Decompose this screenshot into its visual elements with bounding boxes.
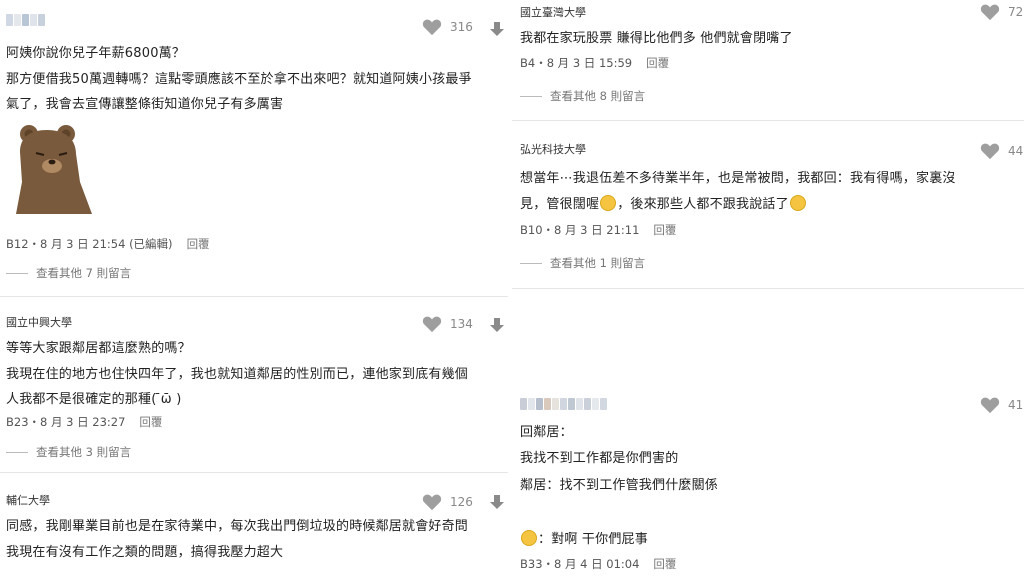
reply-button[interactable]: 回覆 bbox=[653, 557, 676, 571]
view-more-replies[interactable]: 查看其他 8 則留言 bbox=[520, 88, 645, 104]
view-more-replies[interactable]: 查看其他 7 則留言 bbox=[6, 265, 131, 281]
comment-b12: 316 阿姨你說你兒子年薪6800萬？ 那方便借我50萬週轉嗎？這點零頭應該不至… bbox=[0, 0, 508, 294]
face-emoji bbox=[600, 195, 617, 211]
separator bbox=[512, 120, 1024, 121]
arrow-down-icon[interactable] bbox=[489, 317, 505, 333]
like-control[interactable]: 72 bbox=[980, 3, 1023, 21]
comment-text-line: 鄰居：找不到工作管我們什麼關係 bbox=[520, 478, 719, 493]
comment-text-line: ：對啊 干你們屁事 bbox=[520, 528, 648, 547]
like-control[interactable]: 41 bbox=[980, 396, 1023, 414]
comment-b33: 41 回鄰居： 我找不到工作都是你們害的 鄰居：找不到工作管我們什麼關係 ：對啊… bbox=[512, 290, 1024, 576]
heart-icon[interactable] bbox=[422, 18, 442, 36]
face-emoji bbox=[521, 530, 537, 546]
like-count: 72 bbox=[1008, 5, 1024, 19]
comment-text-line: 我現在有沒有工作之類的問題，搞得我壓力超大 bbox=[6, 545, 284, 560]
comment-text-line: 我找不到工作都是你們害的 bbox=[520, 451, 679, 466]
comment-text-line: 見，管很闊喔 ，後來那些人都不跟我說話了 bbox=[520, 193, 807, 212]
comment-text-line: 等等大家跟鄰居都這麼熟的嗎？ bbox=[6, 341, 191, 356]
comment-text-line: 想當年⋯我退伍差不多待業半年，也是常被問，我都回：我有得嗎，家裏沒 bbox=[520, 171, 956, 186]
arrow-down-icon[interactable] bbox=[489, 21, 505, 37]
comment-text-line: 回鄰居： bbox=[520, 425, 573, 440]
comment-text-line: 人我都不是很確定的那種( ̄ω̄ ) bbox=[6, 392, 182, 407]
author-name: 國立臺灣大學 bbox=[520, 6, 586, 19]
reply-button[interactable]: 回覆 bbox=[139, 415, 162, 429]
comment-text-line: 我現在住的地方也住快四年了，我也就知道鄰居的性別而已，連他家到底有幾個 bbox=[6, 367, 469, 382]
author-name: 弘光科技大學 bbox=[520, 143, 586, 156]
comment-meta: B10・8 月 3 日 21:11 回覆 bbox=[520, 222, 676, 238]
heart-icon[interactable] bbox=[980, 142, 1000, 160]
comment-meta: B23・8 月 3 日 23:27 回覆 bbox=[6, 414, 162, 430]
bear-sticker bbox=[16, 125, 92, 214]
like-control[interactable]: 316 bbox=[422, 18, 473, 36]
reply-button[interactable]: 回覆 bbox=[653, 223, 676, 237]
left-comment-column: 316 阿姨你說你兒子年薪6800萬？ 那方便借我50萬週轉嗎？這點零頭應該不至… bbox=[0, 0, 508, 576]
like-count: 41 bbox=[1008, 398, 1024, 412]
view-more-label: 查看其他 3 則留言 bbox=[36, 445, 132, 459]
comment-text-segment: ：對啊 干你們屁事 bbox=[538, 532, 648, 547]
author-name-blurred bbox=[520, 398, 607, 410]
floor-timestamp: B33・8 月 4 日 01:04 bbox=[520, 557, 640, 571]
separator bbox=[0, 472, 508, 473]
floor-timestamp: B4・8 月 3 日 15:59 bbox=[520, 56, 633, 70]
arrow-down-icon[interactable] bbox=[489, 494, 505, 510]
heart-icon[interactable] bbox=[422, 315, 442, 333]
separator bbox=[0, 296, 508, 297]
like-control[interactable]: 126 bbox=[422, 493, 473, 511]
comment-text-line: 氣了，我會去宣傳讓整條街知道你兒子有多厲害 bbox=[6, 97, 284, 112]
comment-fju: 輔仁大學 126 同感，我剛畢業目前也是在家待業中，每次我出門倒垃圾的時候鄰居就… bbox=[0, 474, 508, 576]
comment-text-line: 那方便借我50萬週轉嗎？這點零頭應該不至於拿不出來吧？就知道阿姨小孩最爭 bbox=[6, 72, 472, 87]
right-comment-column: 國立臺灣大學 72 我都在家玩股票 賺得比他們多 他們就會閉嘴了 B4・8 月 … bbox=[512, 0, 1024, 576]
like-count: 126 bbox=[450, 495, 473, 509]
reply-button[interactable]: 回覆 bbox=[646, 56, 669, 70]
reply-button[interactable]: 回覆 bbox=[187, 237, 210, 251]
floor-timestamp: B12・8 月 3 日 21:54 (已編輯) bbox=[6, 237, 173, 251]
view-more-label: 查看其他 7 則留言 bbox=[36, 266, 132, 280]
like-control[interactable]: 44 bbox=[980, 142, 1023, 160]
comment-meta: B33・8 月 4 日 01:04 回覆 bbox=[520, 556, 676, 572]
view-more-replies[interactable]: 查看其他 1 則留言 bbox=[520, 255, 645, 271]
divider bbox=[6, 272, 28, 274]
comment-text-segment: 見，管很闊喔 bbox=[520, 197, 600, 212]
comment-text-line: 同感，我剛畢業目前也是在家待業中，每次我出門倒垃圾的時候鄰居就會好奇問 bbox=[6, 519, 469, 534]
author-name-blurred bbox=[6, 14, 45, 26]
comment-text-segment: ，後來那些人都不跟我說話了 bbox=[617, 197, 789, 212]
comment-meta: B12・8 月 3 日 21:54 (已編輯) 回覆 bbox=[6, 236, 210, 252]
like-count: 134 bbox=[450, 317, 473, 331]
comment-b23: 國立中興大學 134 等等大家跟鄰居都這麼熟的嗎？ 我現在住的地方也住快四年了，… bbox=[0, 298, 508, 470]
separator bbox=[512, 288, 1024, 289]
divider bbox=[520, 262, 542, 264]
comment-text-line: 阿姨你說你兒子年薪6800萬？ bbox=[6, 46, 186, 61]
divider bbox=[6, 451, 28, 453]
view-more-replies[interactable]: 查看其他 3 則留言 bbox=[6, 444, 131, 460]
comment-b10: 弘光科技大學 44 想當年⋯我退伍差不多待業半年，也是常被問，我都回：我有得嗎，… bbox=[512, 122, 1024, 286]
comment-meta: B4・8 月 3 日 15:59 回覆 bbox=[520, 55, 669, 71]
floor-timestamp: B10・8 月 3 日 21:11 bbox=[520, 223, 640, 237]
view-more-label: 查看其他 8 則留言 bbox=[550, 89, 646, 103]
like-count: 316 bbox=[450, 20, 473, 34]
face-emoji bbox=[789, 195, 806, 211]
like-count: 44 bbox=[1008, 144, 1024, 158]
heart-icon[interactable] bbox=[980, 3, 1000, 21]
like-control[interactable]: 134 bbox=[422, 315, 473, 333]
comment-text-line: 我都在家玩股票 賺得比他們多 他們就會閉嘴了 bbox=[520, 31, 793, 46]
author-name: 國立中興大學 bbox=[6, 316, 72, 329]
heart-icon[interactable] bbox=[422, 493, 442, 511]
divider bbox=[520, 95, 542, 97]
floor-timestamp: B23・8 月 3 日 23:27 bbox=[6, 415, 126, 429]
comment-b4: 國立臺灣大學 72 我都在家玩股票 賺得比他們多 他們就會閉嘴了 B4・8 月 … bbox=[512, 0, 1024, 118]
heart-icon[interactable] bbox=[980, 396, 1000, 414]
view-more-label: 查看其他 1 則留言 bbox=[550, 256, 646, 270]
author-name: 輔仁大學 bbox=[6, 494, 50, 507]
